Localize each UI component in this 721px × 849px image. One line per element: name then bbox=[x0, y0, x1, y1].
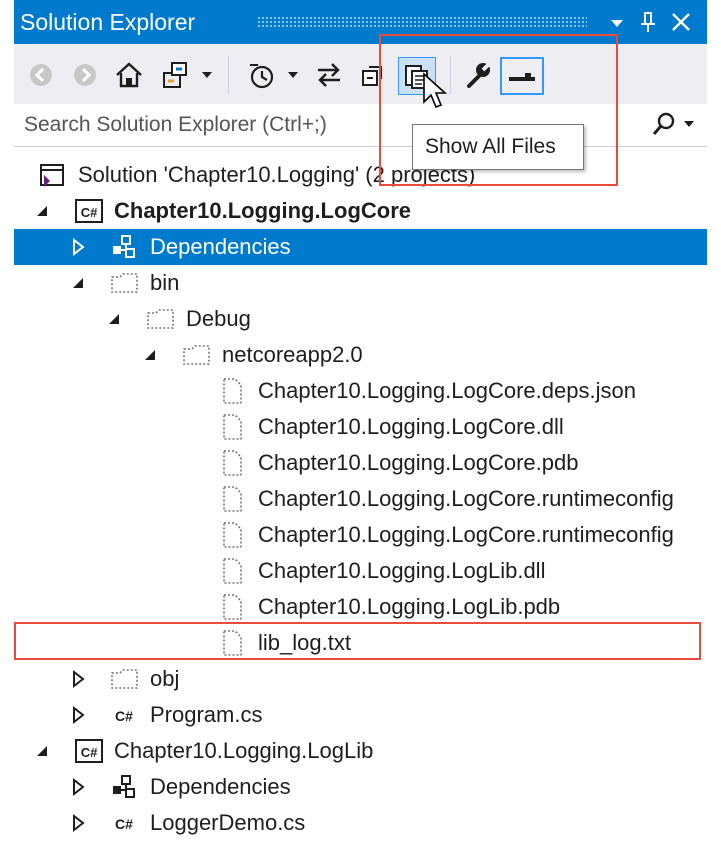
tree-row-lib-log[interactable]: lib_log.txt bbox=[14, 625, 707, 661]
svg-text:C#: C# bbox=[115, 816, 133, 832]
window-title: Solution Explorer bbox=[20, 9, 196, 35]
excluded-file-icon bbox=[218, 557, 246, 585]
tree-row-label: bin bbox=[150, 270, 180, 295]
tree-row-label: Chapter10.Logging.LogCore.pdb bbox=[258, 450, 579, 475]
csharp-project-icon: C# bbox=[74, 197, 103, 225]
collapsed-arrow-icon[interactable] bbox=[68, 236, 88, 258]
collapsed-arrow-icon[interactable] bbox=[68, 704, 88, 726]
solution-icon bbox=[38, 161, 66, 189]
tree-row-dependencies-loglib[interactable]: Dependencies bbox=[14, 769, 707, 805]
tree-row-file[interactable]: Chapter10.Logging.LogCore.runtimeconfig bbox=[14, 481, 707, 517]
excluded-file-icon bbox=[218, 377, 246, 405]
tooltip-text: Show All Files bbox=[425, 135, 556, 158]
tree-row-obj[interactable]: obj bbox=[14, 661, 707, 697]
expanded-arrow-icon[interactable] bbox=[104, 308, 124, 330]
close-icon[interactable] bbox=[668, 8, 694, 36]
tree-row-file[interactable]: Chapter10.Logging.LogCore.dll bbox=[14, 409, 707, 445]
tree-row-file[interactable]: Chapter10.Logging.LogLib.dll bbox=[14, 553, 707, 589]
tree-row-label: Chapter10.Logging.LogLib.dll bbox=[258, 558, 546, 583]
sync-icon[interactable] bbox=[312, 58, 346, 92]
tree-row-debug[interactable]: Debug bbox=[14, 301, 707, 337]
toolbar bbox=[14, 44, 707, 104]
dependencies-icon bbox=[110, 773, 138, 801]
tree-row-dependencies-logcore[interactable]: Dependencies bbox=[14, 229, 707, 265]
tree-row-label: Debug bbox=[186, 306, 251, 331]
tree-row-netcoreapp[interactable]: netcoreapp2.0 bbox=[14, 337, 707, 373]
tree-row-label: netcoreapp2.0 bbox=[222, 342, 363, 367]
tree-row-label: Program.cs bbox=[150, 702, 263, 727]
tooltip: Show All Files bbox=[412, 124, 584, 170]
search-icon[interactable] bbox=[650, 110, 702, 138]
tree-row-label: Chapter10.Logging.LogLib bbox=[114, 738, 374, 763]
tree-row-label: Chapter10.Logging.LogLib.pdb bbox=[258, 594, 561, 619]
title-bar: Solution Explorer bbox=[14, 0, 707, 44]
tree-row-file[interactable]: Chapter10.Logging.LogCore.deps.json bbox=[14, 373, 707, 409]
csharp-project-icon: C# bbox=[74, 737, 103, 765]
dependencies-icon bbox=[110, 233, 138, 261]
tree-row-bin[interactable]: bin bbox=[14, 265, 707, 301]
svg-text:C#: C# bbox=[81, 205, 98, 220]
excluded-file-icon bbox=[218, 413, 246, 441]
excluded-folder-icon bbox=[182, 341, 210, 369]
tree-row-label: Dependencies bbox=[150, 774, 291, 799]
tree-row-label: Chapter10.Logging.LogCore.runtimeconfig bbox=[258, 522, 674, 547]
tree-row-label: Chapter10.Logging.LogCore bbox=[114, 198, 411, 223]
window-position-dropdown-icon[interactable] bbox=[604, 8, 630, 36]
excluded-file-icon bbox=[218, 629, 246, 657]
tree-row-label: lib_log.txt bbox=[258, 630, 351, 655]
mouse-cursor-icon bbox=[422, 72, 448, 115]
tree-row-loggerdemo-cs[interactable]: C# LoggerDemo.cs bbox=[14, 805, 707, 841]
collapsed-arrow-icon[interactable] bbox=[68, 812, 88, 834]
collapse-all-icon[interactable] bbox=[358, 58, 390, 92]
properties-icon[interactable] bbox=[460, 58, 496, 92]
forward-icon[interactable] bbox=[70, 58, 100, 92]
tree-row-label: Chapter10.Logging.LogCore.deps.json bbox=[258, 378, 636, 403]
tree-row-label: obj bbox=[150, 666, 180, 691]
excluded-file-icon bbox=[218, 593, 246, 621]
expanded-arrow-icon[interactable] bbox=[32, 740, 52, 762]
excluded-folder-icon bbox=[146, 305, 174, 333]
tree-row-label: Chapter10.Logging.LogCore.runtimeconfig bbox=[258, 486, 674, 511]
tree-row-file[interactable]: Chapter10.Logging.LogCore.pdb bbox=[14, 445, 707, 481]
switch-views-icon[interactable] bbox=[160, 58, 216, 92]
pin-icon[interactable] bbox=[635, 8, 661, 36]
tree-row-label: Chapter10.Logging.LogCore.dll bbox=[258, 414, 564, 439]
csharp-file-icon: C# bbox=[110, 809, 138, 837]
tree-row-solution[interactable]: Solution 'Chapter10.Logging' (2 projects… bbox=[14, 157, 707, 193]
excluded-folder-icon bbox=[110, 665, 138, 693]
svg-text:C#: C# bbox=[115, 708, 133, 724]
home-icon[interactable] bbox=[112, 58, 146, 92]
svg-text:C#: C# bbox=[81, 745, 98, 760]
csharp-file-icon: C# bbox=[110, 701, 138, 729]
excluded-folder-icon bbox=[110, 269, 138, 297]
collapsed-arrow-icon[interactable] bbox=[68, 776, 88, 798]
tree-row-project-logcore[interactable]: C# Chapter10.Logging.LogCore bbox=[14, 193, 707, 229]
preview-selected-items-icon[interactable] bbox=[500, 57, 544, 95]
pending-changes-filter-icon[interactable] bbox=[244, 58, 306, 92]
collapsed-arrow-icon[interactable] bbox=[68, 668, 88, 690]
expanded-arrow-icon[interactable] bbox=[32, 200, 52, 222]
tree-row-file[interactable]: Chapter10.Logging.LogLib.pdb bbox=[14, 589, 707, 625]
tree-row-program-cs[interactable]: C# Program.cs bbox=[14, 697, 707, 733]
search-bar bbox=[14, 104, 707, 147]
tree-row-label: LoggerDemo.cs bbox=[150, 810, 306, 835]
excluded-file-icon bbox=[218, 521, 246, 549]
title-grip[interactable] bbox=[257, 16, 587, 28]
expanded-arrow-icon[interactable] bbox=[68, 272, 88, 294]
tree-row-project-loglib[interactable]: C# Chapter10.Logging.LogLib bbox=[14, 733, 707, 769]
tree-row-file[interactable]: Chapter10.Logging.LogCore.runtimeconfig bbox=[14, 517, 707, 553]
tree-row-label: Dependencies bbox=[150, 234, 291, 259]
back-icon[interactable] bbox=[26, 58, 56, 92]
excluded-file-icon bbox=[218, 449, 246, 477]
expanded-arrow-icon[interactable] bbox=[140, 344, 160, 366]
excluded-file-icon bbox=[218, 485, 246, 513]
